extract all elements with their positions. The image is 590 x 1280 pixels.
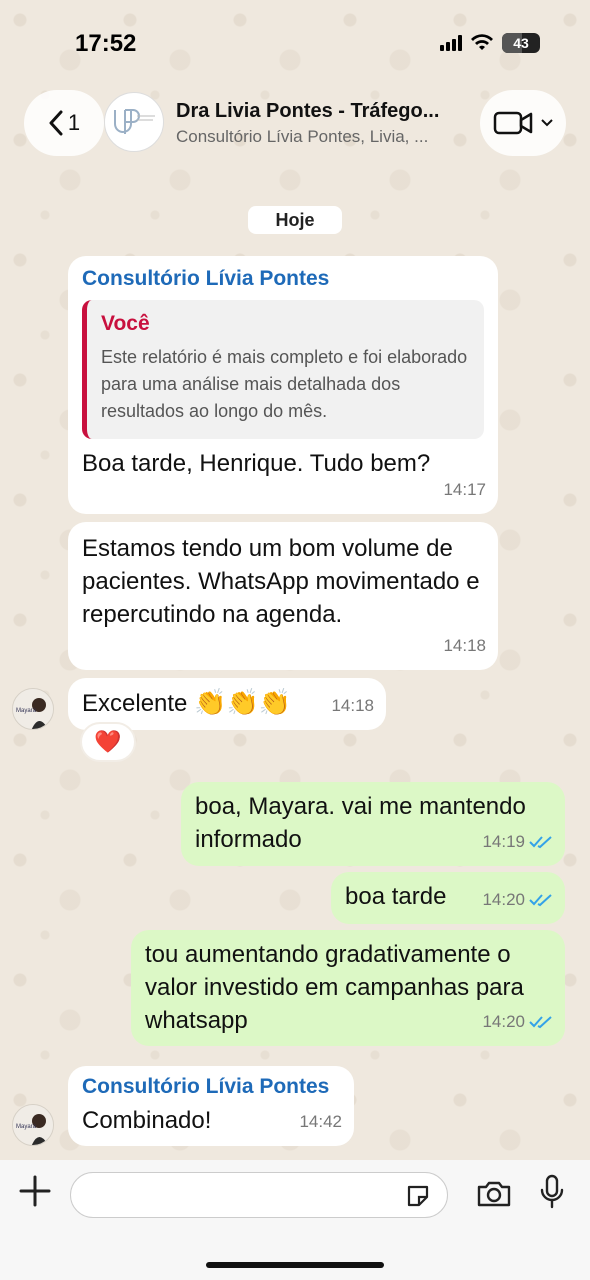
svg-text:Mayara: Mayara	[16, 708, 37, 714]
chevron-down-icon	[541, 119, 553, 127]
profile-photo-icon: Mayara	[13, 1105, 53, 1145]
logo-icon	[114, 109, 155, 134]
profile-photo-icon: Mayara	[13, 689, 53, 729]
quote-text: Este relatório é mais completo e foi ela…	[101, 347, 468, 421]
message-bubble[interactable]: Consultório Lívia Pontes Combinado! 14:4…	[68, 1066, 354, 1146]
message-text: Estamos tendo um bom volume de pacientes…	[82, 535, 480, 628]
status-bar: 17:52 43	[0, 0, 590, 80]
group-avatar[interactable]	[104, 92, 164, 152]
microphone-icon	[540, 1174, 564, 1209]
back-button[interactable]: 1	[24, 90, 104, 156]
time-label: 14:17	[443, 480, 486, 499]
message-text: Boa tarde, Henrique. Tudo bem?	[82, 450, 431, 477]
read-ticks-icon	[529, 835, 552, 848]
message-bubble-outgoing[interactable]: tou aumentando gradativamente o valor in…	[131, 930, 565, 1046]
time-label: 14:20	[482, 1012, 525, 1031]
home-indicator[interactable]	[206, 1262, 384, 1268]
message-time: 14:18	[331, 689, 374, 722]
message-time: 14:42	[299, 1105, 342, 1138]
chat-title: Dra Livia Pontes - Tráfego...	[176, 100, 440, 122]
video-call-icon	[493, 111, 533, 135]
message-time: 14:18	[443, 629, 486, 662]
camera-button[interactable]	[476, 1180, 512, 1213]
chat-title-block[interactable]: Dra Livia Pontes - Tráfego... Consultóri…	[176, 100, 466, 147]
heart-reaction[interactable]: ❤️	[80, 722, 136, 762]
camera-icon	[477, 1181, 511, 1207]
battery-icon: 43	[502, 33, 540, 53]
time-label: 14:42	[299, 1112, 342, 1131]
battery-level: 43	[513, 35, 529, 51]
quoted-message[interactable]: Você Este relatório é mais completo e fo…	[82, 300, 484, 439]
message-text: boa tarde	[345, 883, 447, 910]
chat-header: 1 Dra Livia Pontes - Tráfego... Consultó…	[0, 90, 590, 156]
read-ticks-icon	[529, 1015, 552, 1028]
message-bubble-outgoing[interactable]: boa, Mayara. vai me mantendo informado 1…	[181, 782, 565, 866]
message-bubble[interactable]: Estamos tendo um bom volume de pacientes…	[68, 522, 498, 670]
time-label: 14:18	[331, 696, 374, 715]
time-label: 14:19	[482, 832, 525, 851]
message-bubble[interactable]: Consultório Lívia Pontes Você Este relat…	[68, 256, 498, 514]
svg-text:Mayara: Mayara	[16, 1124, 37, 1130]
sender-avatar[interactable]: Mayara	[12, 688, 54, 730]
video-call-button[interactable]	[480, 90, 566, 156]
message-bubble-outgoing[interactable]: boa tarde 14:20	[331, 872, 565, 924]
quote-author: Você	[101, 312, 150, 335]
message-time: 14:17	[443, 473, 486, 506]
message-time: 14:20	[482, 1005, 553, 1038]
clapping-emoji: 👏👏👏	[194, 687, 292, 717]
attach-button[interactable]	[18, 1174, 52, 1215]
cellular-signal-icon	[440, 35, 462, 51]
sticker-button[interactable]	[405, 1183, 431, 1214]
status-time: 17:52	[75, 30, 137, 57]
back-count: 1	[67, 110, 81, 135]
chat-participants: Consultório Lívia Pontes, Livia, ...	[176, 127, 429, 146]
date-separator: Hoje	[248, 206, 342, 234]
back-chevron-icon	[49, 110, 63, 136]
time-label: 14:20	[482, 890, 525, 909]
sender-name: Consultório Lívia Pontes	[82, 267, 330, 290]
time-label: 14:18	[443, 636, 486, 655]
message-text: Excelente	[82, 690, 188, 717]
sender-avatar[interactable]: Mayara	[12, 1104, 54, 1146]
message-time: 14:20	[482, 883, 553, 916]
wifi-icon	[471, 34, 493, 50]
microphone-button[interactable]	[538, 1174, 566, 1215]
message-input[interactable]	[70, 1172, 448, 1218]
plus-icon	[19, 1175, 51, 1207]
sender-name: Consultório Lívia Pontes	[82, 1075, 330, 1098]
sticker-icon	[407, 1185, 429, 1207]
status-icons: 43	[440, 33, 540, 53]
message-time: 14:19	[482, 825, 553, 858]
read-ticks-icon	[529, 893, 552, 906]
